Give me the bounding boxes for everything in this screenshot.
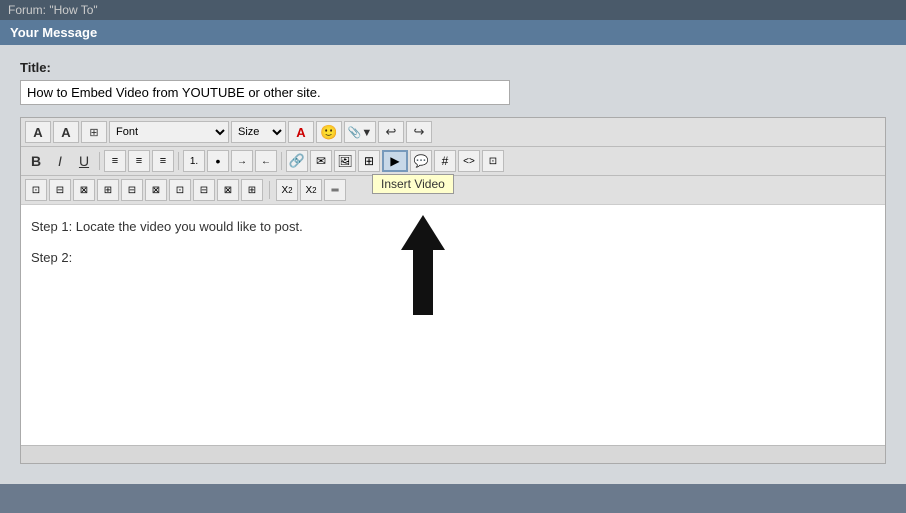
size-select[interactable]: Size 8 10 12 14 (231, 121, 286, 143)
align-left-button[interactable]: ≡ (104, 150, 126, 172)
subscript-button[interactable]: X2 (276, 179, 298, 201)
redo-button[interactable]: ↪ (406, 121, 432, 143)
link-button[interactable]: 🔗 (286, 150, 308, 172)
insert-video-button[interactable]: ▶ (382, 150, 408, 172)
row3-btn-10[interactable]: ⊞ (241, 179, 263, 201)
code-button[interactable]: <> (458, 150, 480, 172)
italic-button[interactable]: I (49, 150, 71, 172)
row3-btn-3[interactable]: ⊠ (73, 179, 95, 201)
bold-button[interactable]: B (25, 150, 47, 172)
email-button[interactable]: ✉ (310, 150, 332, 172)
unordered-list-button[interactable]: • (207, 150, 229, 172)
separator-3 (281, 152, 282, 170)
row3-btn-2[interactable]: ⊟ (49, 179, 71, 201)
ordered-list-button[interactable]: 1. (183, 150, 205, 172)
outdent-button[interactable]: ← (255, 150, 277, 172)
row3-btn-6[interactable]: ⊠ (145, 179, 167, 201)
forum-bar-text: Forum: "How To" (0, 0, 906, 20)
editor-content[interactable]: Step 1: Locate the video you would like … (21, 205, 885, 445)
separator-row3 (269, 181, 270, 199)
row3-btn-5[interactable]: ⊟ (121, 179, 143, 201)
underline-button[interactable]: U (73, 150, 95, 172)
title-input[interactable] (20, 80, 510, 105)
editor-footer (21, 445, 885, 463)
row3-btn-9[interactable]: ⊠ (217, 179, 239, 201)
superscript-button[interactable]: X2 (300, 179, 322, 201)
undo-button[interactable]: ↩ (378, 121, 404, 143)
your-message-header: Your Message (0, 20, 906, 45)
table-insert-button[interactable]: ⊞ (358, 150, 380, 172)
content-line-2: Step 2: (31, 246, 875, 269)
separator-2 (178, 152, 179, 170)
content-line-1: Step 1: Locate the video you would like … (31, 215, 875, 238)
hash-button[interactable]: # (434, 150, 456, 172)
row3-btn-4[interactable]: ⊞ (97, 179, 119, 201)
color-button[interactable]: A (288, 121, 314, 143)
editor-wrapper: A A ⊞ Font Arial Times New Roman Courier… (20, 117, 886, 464)
row3-btn-7[interactable]: ⊡ (169, 179, 191, 201)
insert-video-tooltip: Insert Video (372, 174, 454, 194)
row3-btn-last[interactable]: ═ (324, 179, 346, 201)
format-a-button[interactable]: A (25, 121, 51, 143)
emoji-button[interactable]: 🙂 (316, 121, 342, 143)
toolbar-row-2: B I U ≡ ≡ ≡ 1. • → ← 🔗 ✉ 🖼 ⊞ ▶ Insert Vi… (21, 147, 885, 176)
row3-btn-1[interactable]: ⊡ (25, 179, 47, 201)
row3-btn-8[interactable]: ⊟ (193, 179, 215, 201)
format-a2-button[interactable]: A (53, 121, 79, 143)
insert-button[interactable]: 📎▼ (344, 121, 376, 143)
toolbar-row-1: A A ⊞ Font Arial Times New Roman Courier… (21, 118, 885, 147)
arrow-annotation (401, 215, 445, 315)
bubble-button[interactable]: 💬 (410, 150, 432, 172)
separator-1 (99, 152, 100, 170)
form-area: Title: A A ⊞ Font Arial Times New Roman … (0, 45, 906, 484)
other-button[interactable]: ⊡ (482, 150, 504, 172)
align-right-button[interactable]: ≡ (152, 150, 174, 172)
insert-video-container: ▶ Insert Video (382, 150, 408, 172)
table-button[interactable]: ⊞ (81, 121, 107, 143)
title-label: Title: (20, 60, 886, 75)
image-button[interactable]: 🖼 (334, 150, 356, 172)
indent-button[interactable]: → (231, 150, 253, 172)
font-select[interactable]: Font Arial Times New Roman Courier New (109, 121, 229, 143)
align-center-button[interactable]: ≡ (128, 150, 150, 172)
forum-bar: Forum: "How To" (0, 0, 906, 20)
